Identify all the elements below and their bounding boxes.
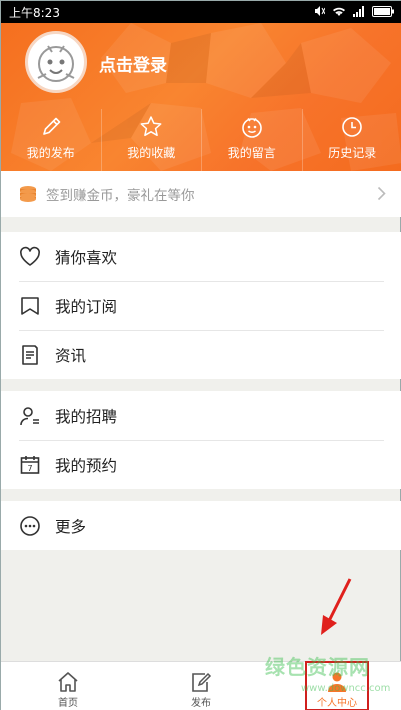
svg-text:7: 7 xyxy=(27,464,32,473)
menu-group-more: 更多 xyxy=(1,501,401,550)
shortcut-my-favorites[interactable]: 我的收藏 xyxy=(100,109,202,171)
menu-item-label: 猜你喜欢 xyxy=(55,248,118,267)
star-icon xyxy=(140,116,162,137)
menu-item-guess-you-like[interactable]: 猜你喜欢 xyxy=(1,232,401,281)
shortcut-my-posts[interactable]: 我的发布 xyxy=(1,109,101,171)
chevron-right-icon xyxy=(377,186,386,201)
status-bar: 上午8:23 xyxy=(1,1,401,23)
menu-item-my-recruitment[interactable]: 我的招聘 xyxy=(1,391,401,440)
shortcut-label: 我的收藏 xyxy=(127,146,176,160)
nav-publish[interactable]: 发布 xyxy=(161,662,241,710)
shortcut-bar: 我的发布 我的收藏 我的留言 历史记录 xyxy=(1,109,401,171)
calendar-icon: 7 xyxy=(20,455,40,474)
nav-label: 发布 xyxy=(191,698,211,709)
menu-item-label: 更多 xyxy=(55,517,87,536)
face-icon xyxy=(241,118,262,138)
signal-icon xyxy=(353,5,364,17)
person-list-icon xyxy=(20,406,39,425)
watermark-url: www.downcc.com xyxy=(301,683,391,694)
status-icons xyxy=(313,5,394,17)
status-time: 上午8:23 xyxy=(9,6,60,20)
menu-item-label: 我的招聘 xyxy=(55,407,118,426)
menu-item-my-subscriptions[interactable]: 我的订阅 xyxy=(1,281,401,330)
login-link[interactable]: 点击登录 xyxy=(99,51,167,76)
more-icon xyxy=(20,515,40,536)
menu-item-label: 资讯 xyxy=(55,346,87,365)
menu-item-label: 我的预约 xyxy=(55,456,118,475)
nav-home[interactable]: 首页 xyxy=(28,662,108,710)
signin-banner[interactable]: 签到赚金币，豪礼在等你 xyxy=(1,171,401,217)
mute-icon xyxy=(315,6,325,16)
shortcut-label: 我的发布 xyxy=(26,146,75,160)
shortcut-label: 我的留言 xyxy=(227,146,276,160)
menu-item-my-appointments[interactable]: 7 我的预约 xyxy=(1,440,401,489)
annotation-arrow-icon xyxy=(321,578,352,635)
avatar[interactable] xyxy=(25,31,87,93)
menu-item-label: 我的订阅 xyxy=(55,297,118,316)
watermark: 绿色资源网 xyxy=(265,655,370,679)
clock-icon xyxy=(342,117,363,137)
wifi-icon xyxy=(333,7,345,16)
menu-item-news[interactable]: 资讯 xyxy=(1,330,401,379)
heart-icon xyxy=(20,246,40,266)
shortcut-history[interactable]: 历史记录 xyxy=(301,109,401,171)
menu-group-discover: 猜你喜欢 我的订阅 资讯 xyxy=(1,232,401,379)
shortcut-my-messages[interactable]: 我的留言 xyxy=(201,109,302,171)
avatar-face-icon xyxy=(37,45,75,82)
nav-label: 首页 xyxy=(58,698,78,709)
bookmark-icon xyxy=(21,296,39,315)
pencil-icon xyxy=(42,117,61,135)
signin-text: 签到赚金币，豪礼在等你 xyxy=(46,188,195,204)
menu-group-services: 我的招聘 7 我的预约 xyxy=(1,391,401,489)
battery-icon xyxy=(372,5,394,17)
compose-icon xyxy=(192,672,212,692)
home-icon xyxy=(58,672,78,692)
coins-icon xyxy=(20,186,36,202)
profile-header: 点击登录 我的发布 我的收藏 我的留言 历史记录 xyxy=(1,23,401,171)
shortcut-label: 历史记录 xyxy=(328,146,377,160)
menu-item-more[interactable]: 更多 xyxy=(1,501,401,550)
news-icon xyxy=(22,344,38,365)
